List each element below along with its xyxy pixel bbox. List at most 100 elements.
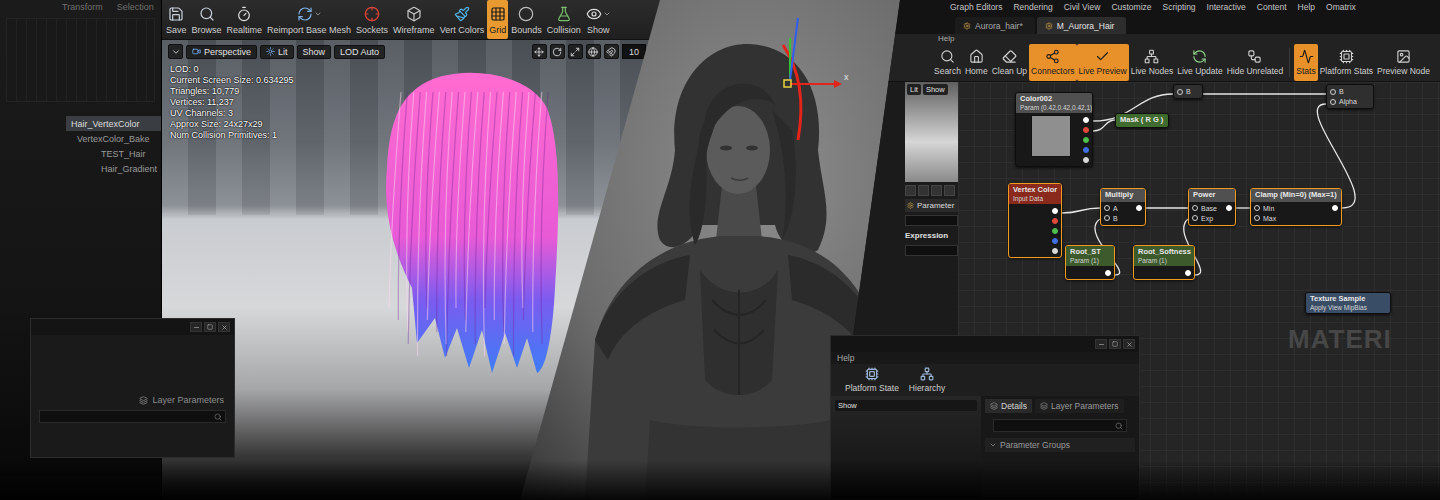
layer-window[interactable]: Layer Parameters (30, 318, 235, 458)
preview-button[interactable]: Lit (907, 84, 921, 95)
node-header[interactable]: Power (1189, 189, 1235, 202)
material-node[interactable]: Color002Param (0.42,0.42,0.42,1) (1015, 92, 1093, 167)
viewport-button[interactable]: Show (297, 45, 332, 59)
pin-icon[interactable] (1083, 157, 1089, 163)
preview-shape-icon[interactable] (905, 185, 916, 196)
wire[interactable] (1203, 93, 1326, 94)
preview-shape-icon[interactable] (931, 185, 942, 196)
search-field[interactable] (993, 419, 1127, 432)
hair-mesh-icon[interactable] (377, 68, 562, 378)
toolbar-button[interactable]: Live Nodes (1129, 44, 1176, 81)
pin-icon[interactable] (1083, 117, 1089, 123)
output-pin-row[interactable] (1052, 216, 1058, 225)
output-pin-row[interactable] (1083, 155, 1089, 164)
output-pin-row[interactable] (1052, 226, 1058, 235)
input-pin-row[interactable]: Alpha (1330, 97, 1357, 106)
menu-item[interactable]: Customize (1111, 2, 1151, 12)
help-menu[interactable]: Help (932, 34, 1440, 44)
output-pin-row[interactable] (1105, 268, 1111, 277)
node-header[interactable]: Mask ( R G ) (1116, 114, 1168, 127)
pin-icon[interactable] (1136, 205, 1142, 211)
input-pin-row[interactable]: Base (1192, 204, 1217, 213)
pin-icon[interactable] (1083, 127, 1089, 133)
input-pin-row[interactable]: Min (1254, 204, 1274, 213)
expression-field[interactable] (905, 245, 958, 256)
input-pin-row[interactable]: Exp (1192, 214, 1213, 223)
maximize-button[interactable] (1109, 339, 1121, 349)
outliner-item[interactable]: TEST_Hair (96, 146, 161, 161)
toolbar-button[interactable]: Live Update (1175, 44, 1224, 81)
snap-button[interactable] (604, 44, 619, 59)
toolbar-button[interactable]: Sockets (354, 0, 390, 39)
viewport-button[interactable]: Lit (260, 45, 294, 59)
viewport-button[interactable]: LOD Auto (334, 45, 385, 59)
translate-button[interactable] (532, 44, 547, 59)
top-tab[interactable]: Transform (62, 2, 103, 14)
pin-icon[interactable] (1052, 248, 1058, 254)
scale-button[interactable] (568, 44, 583, 59)
menu-item[interactable]: Civil View (1064, 2, 1101, 12)
toolbar-button[interactable]: Hierarchy (907, 365, 947, 395)
pin-icon[interactable] (1052, 228, 1058, 234)
minimize-button[interactable] (190, 322, 202, 332)
wire[interactable] (1093, 120, 1115, 131)
pin-icon[interactable] (1332, 205, 1338, 211)
palette-tab[interactable]: Parameter (905, 199, 958, 212)
pin-icon[interactable] (1052, 208, 1058, 214)
output-pin-row[interactable] (1136, 204, 1142, 213)
output-pin-row[interactable] (1332, 204, 1338, 213)
pin-icon[interactable] (1192, 215, 1198, 221)
outliner-item[interactable]: Hair_VertexColor (66, 116, 161, 131)
toolbar-button[interactable]: Vert Colors (438, 0, 487, 39)
preview-shape-icon[interactable] (944, 185, 955, 196)
toolbar-button[interactable]: Save (164, 0, 189, 39)
material-node[interactable]: Vertex ColorInput Data (1008, 183, 1062, 258)
input-pin-row[interactable]: B (1104, 214, 1118, 223)
output-pin-row[interactable] (1185, 268, 1191, 277)
preview-shape-icon[interactable] (918, 185, 929, 196)
toolbar-button[interactable]: Realtime (225, 0, 265, 39)
material-node[interactable]: Power BaseExp (1188, 188, 1236, 226)
pin-icon[interactable] (1105, 270, 1111, 276)
node-header[interactable]: Root_SoftnessParam (1) (1134, 246, 1194, 266)
toolbar-button[interactable]: Platform State (843, 365, 901, 395)
toolbar-button[interactable]: Stats (1294, 44, 1317, 81)
menu-item[interactable]: Graph Editors (950, 2, 1002, 12)
layer-tab[interactable]: Layer Parameters (31, 393, 234, 407)
close-button[interactable] (1123, 339, 1135, 349)
maximize-button[interactable] (204, 322, 216, 332)
material-node[interactable]: Texture SampleApply View MipBias (1305, 292, 1391, 314)
output-pin-row[interactable] (1226, 204, 1232, 213)
wire[interactable] (1062, 208, 1100, 213)
window-title-bar[interactable] (831, 336, 1139, 352)
output-pin-row[interactable] (1052, 246, 1058, 255)
pin-icon[interactable] (1192, 205, 1198, 211)
help-menu[interactable]: Help (831, 352, 1139, 364)
output-pin-row[interactable] (1052, 206, 1058, 215)
details-window[interactable]: HelpPlatform StateHierarchyShowDetailsLa… (830, 335, 1140, 500)
pin-icon[interactable] (1177, 89, 1183, 95)
material-node[interactable]: Clamp (Min=0) (Max=1)MinMax (1250, 188, 1342, 226)
window-title-bar[interactable] (31, 319, 234, 335)
transform-gizmo-icon[interactable]: x (783, 18, 849, 140)
input-pin-row[interactable]: B (1177, 87, 1191, 96)
toolbar-button[interactable]: Search (932, 44, 963, 81)
input-pin-row[interactable]: A (1104, 204, 1118, 213)
node-header[interactable]: Color002Param (0.42,0.42,0.42,1) (1016, 93, 1092, 113)
toolbar-button[interactable]: Connectors (1029, 44, 1076, 81)
node-header[interactable]: Texture SampleApply View MipBias (1306, 293, 1390, 313)
toolbar-button[interactable]: Show (584, 0, 613, 39)
toolbar-button[interactable]: Preview Node (1375, 44, 1432, 81)
toolbar-button[interactable]: Home (963, 44, 990, 81)
close-button[interactable] (218, 322, 230, 332)
material-node[interactable]: Multiply AB (1100, 188, 1146, 226)
node-header[interactable]: Clamp (Min=0) (Max=1) (1251, 189, 1341, 202)
details-preview[interactable]: Show (831, 396, 981, 499)
preview-viewport[interactable]: LitShow (905, 82, 958, 182)
node-header[interactable]: Vertex ColorInput Data (1009, 184, 1061, 204)
node-header[interactable]: Multiply (1101, 189, 1145, 202)
world-button[interactable] (586, 44, 601, 59)
toolbar-button[interactable]: Reimport Base Mesh (265, 0, 353, 39)
viewport-button[interactable]: Perspective (186, 45, 257, 59)
viewport-menu-button[interactable] (168, 44, 183, 59)
